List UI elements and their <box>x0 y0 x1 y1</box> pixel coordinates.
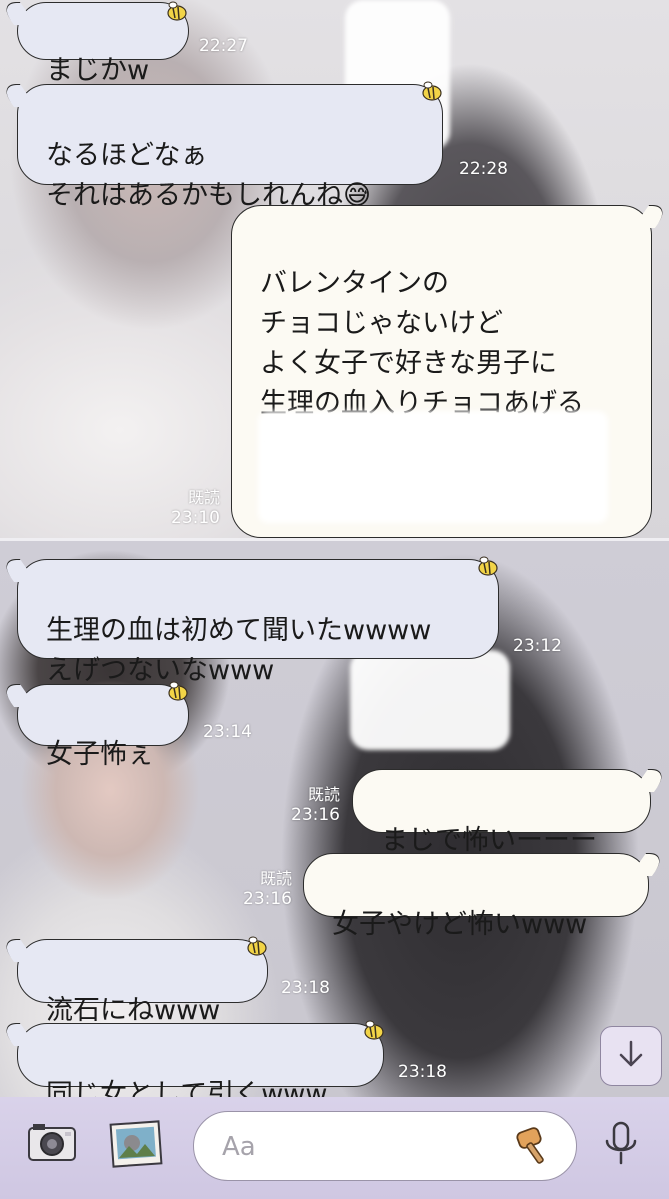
microphone-icon <box>601 1119 641 1173</box>
message-text: なるほどなぁ それはあるかもしれんね😅 <box>46 140 372 211</box>
gallery-button[interactable] <box>106 1119 166 1173</box>
hammer-sticker-icon[interactable] <box>512 1122 558 1172</box>
image-gallery-icon <box>107 1118 165 1174</box>
bee-sticker-icon <box>166 680 190 702</box>
read-receipt: 既読 <box>259 869 292 888</box>
message-bubble-outgoing[interactable]: 女子やけど怖いwww <box>303 853 649 940</box>
message-bubble-outgoing[interactable]: まじで怖いーーー <box>352 769 651 856</box>
message-text: 生理の血は初めて聞いたwwww えげつないなwww <box>46 615 432 686</box>
chat-area[interactable]: まじかw 22:27 なるほどなぁ それはあるかもしれんね😅 22:28 バレン… <box>0 0 669 1097</box>
message-timestamp: 23:18 <box>398 1062 447 1082</box>
arrow-down-icon <box>615 1038 647 1074</box>
message-input-container[interactable] <box>193 1111 577 1181</box>
scroll-to-bottom-button[interactable] <box>600 1026 662 1086</box>
message-bubble-incoming[interactable]: なるほどなぁ それはあるかもしれんね😅 <box>17 84 443 211</box>
message-timestamp: 23:12 <box>513 636 562 656</box>
message-timestamp: 22:28 <box>459 159 508 179</box>
message-text: 女子やけど怖いwww <box>332 909 588 940</box>
bee-sticker-icon <box>420 80 444 102</box>
message-bubble-incoming[interactable]: 女子怖ぇ <box>17 684 189 770</box>
bee-sticker-icon <box>476 555 500 577</box>
camera-icon <box>23 1116 81 1174</box>
bee-sticker-icon <box>362 1019 386 1041</box>
read-receipt: 既読 <box>187 488 220 507</box>
message-bubble-incoming[interactable]: 流石にねwww <box>17 939 268 1026</box>
read-receipt: 既読 <box>307 785 340 804</box>
censor-blur <box>258 411 608 523</box>
message-bubble-incoming[interactable]: まじかw <box>17 2 189 86</box>
voice-input-button[interactable] <box>598 1119 644 1173</box>
message-timestamp: 23:14 <box>203 722 252 742</box>
camera-button[interactable] <box>22 1117 82 1173</box>
message-timestamp: 23:18 <box>281 978 330 998</box>
message-timestamp: 既読 23:16 <box>230 869 292 909</box>
message-text: 同じ女として引くwww <box>46 1079 328 1097</box>
message-bubble-incoming[interactable]: 生理の血は初めて聞いたwwww えげつないなwww <box>17 559 499 686</box>
bee-sticker-icon <box>165 0 189 22</box>
bee-sticker-icon <box>245 935 269 957</box>
message-timestamp: 22:27 <box>199 36 248 56</box>
message-timestamp: 既読 23:16 <box>280 785 340 825</box>
message-text: 女子怖ぇ <box>46 739 154 770</box>
message-bubble-incoming[interactable]: 同じ女として引くwww <box>17 1023 384 1097</box>
message-bubble-outgoing[interactable]: バレンタインの チョコじゃないけど よく女子で好きな男子に 生理の血入りチョコあ… <box>231 205 652 538</box>
message-input-bar <box>0 1097 669 1199</box>
message-input[interactable] <box>220 1126 504 1168</box>
message-timestamp: 既読 23:10 <box>160 488 220 528</box>
